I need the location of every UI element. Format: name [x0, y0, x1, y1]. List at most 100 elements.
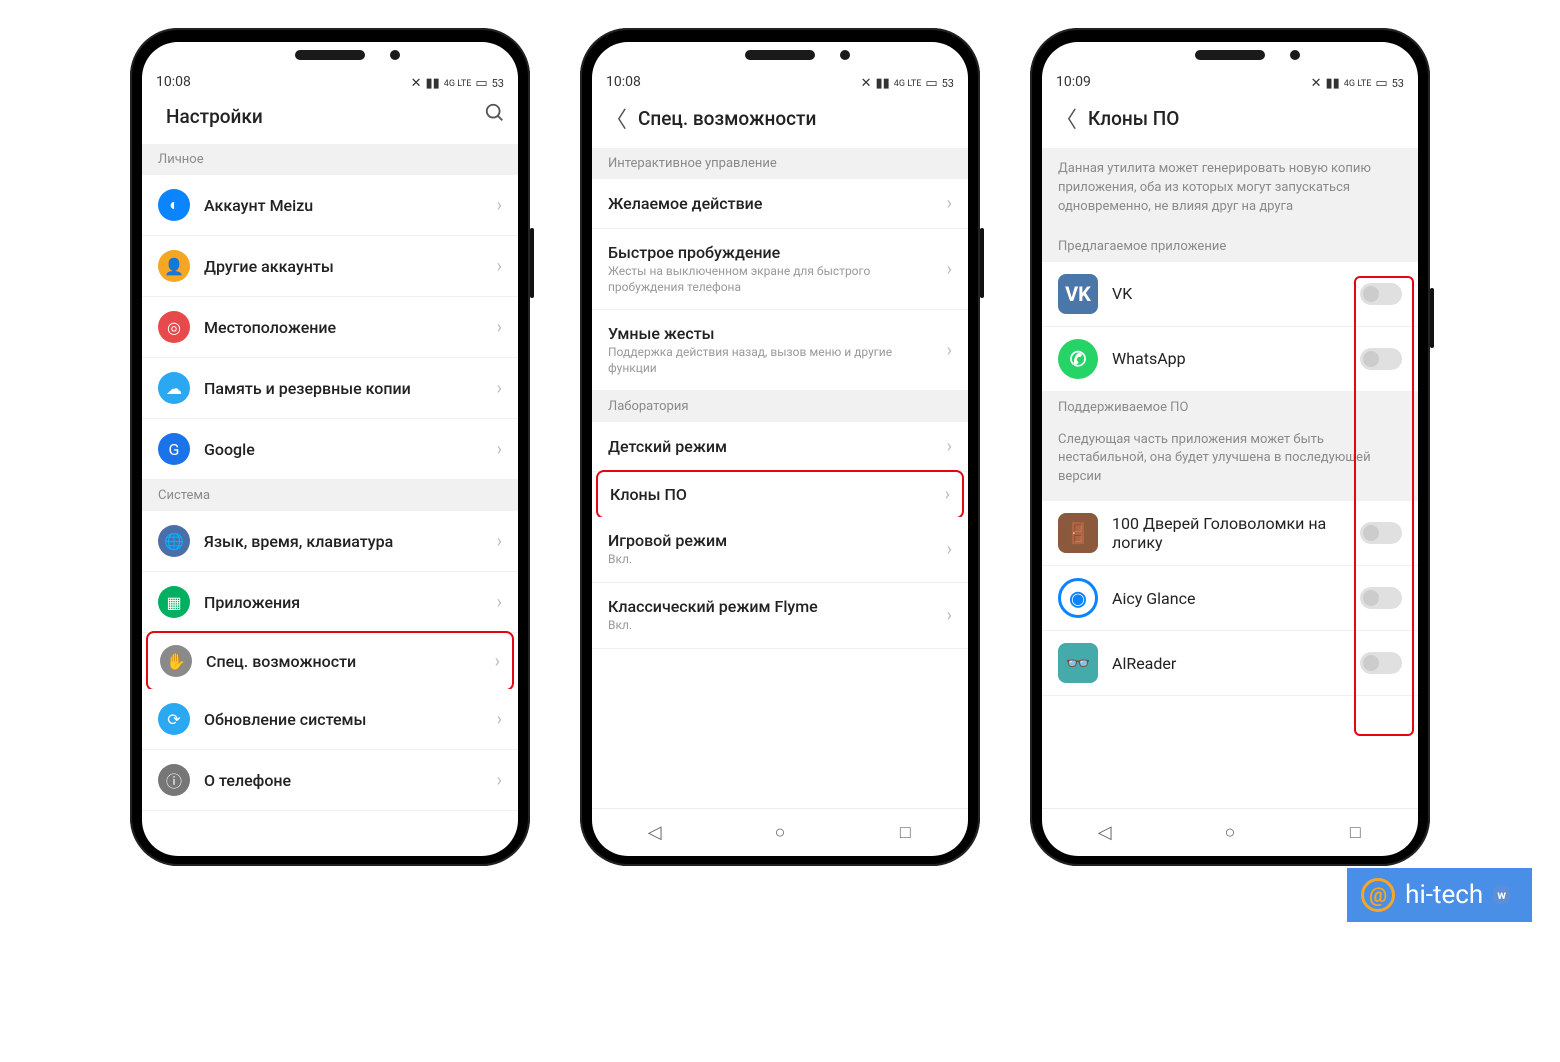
accessibility-interactive-row[interactable]: Умные жесты Поддержка действия назад, выз…: [592, 310, 968, 391]
nav-bar: ◁ ○ □: [1042, 808, 1418, 856]
row-label: Память и резервные копии: [204, 379, 483, 398]
settings-personal-row[interactable]: ☁ Память и резервные копии ›: [142, 358, 518, 419]
signal-icon: ▮▮: [1325, 77, 1339, 90]
row-icon: ◐: [158, 189, 190, 221]
toggle[interactable]: [1360, 283, 1402, 305]
phone-2: 10:08 ✕ ▮▮ 4G LTE ▭ 53 〈 Спец. возможнос…: [580, 28, 980, 866]
settings-system-row[interactable]: ✋ Спец. возможности ›: [146, 631, 514, 691]
row-icon: ✋: [160, 645, 192, 677]
status-bar: 10:08 ✕ ▮▮ 4G LTE ▭ 53: [142, 50, 518, 94]
settings-system-row[interactable]: 🌐Язык, время, клавиатура›: [142, 511, 518, 572]
chevron-right-icon: ›: [945, 484, 950, 505]
nav-recent-icon[interactable]: □: [895, 823, 915, 843]
search-icon[interactable]: [484, 102, 506, 130]
battery-icon: ▭: [1375, 77, 1387, 90]
row-label: Клоны ПО: [610, 485, 931, 504]
clone-supported-row[interactable]: 🚪100 Дверей Головоломки на логику: [1042, 501, 1418, 566]
clone-supported-row[interactable]: ◉Aicy Glance: [1042, 566, 1418, 631]
app-icon: ✆: [1058, 339, 1098, 379]
row-label: Язык, время, клавиатура: [204, 532, 483, 551]
app-icon: VK: [1058, 274, 1098, 314]
row-icon: ⓘ: [158, 764, 190, 796]
status-bar: 10:08 ✕ ▮▮ 4G LTE ▭ 53: [592, 50, 968, 94]
row-sub: Поддержка действия назад, вызов меню и д…: [608, 345, 933, 376]
desc-top: Данная утилита может генерировать новую …: [1042, 148, 1418, 231]
accessibility-lab-row[interactable]: Клоны ПО ›: [596, 470, 964, 519]
settings-system-row[interactable]: ▦Приложения›: [142, 572, 518, 633]
settings-personal-row[interactable]: 👤Другие аккаунты›: [142, 236, 518, 297]
desc-supported: Следующая часть приложения может быть не…: [1042, 423, 1418, 502]
header: 〈 Спец. возможности: [592, 94, 968, 148]
nav-back-icon[interactable]: ◁: [1095, 823, 1115, 843]
row-icon: ☁: [158, 372, 190, 404]
row-sub: Жесты на выключенном экране для быстрого…: [608, 264, 933, 295]
row-label: Быстрое пробуждение: [608, 243, 933, 262]
clone-suggested-row[interactable]: ✆WhatsApp: [1042, 327, 1418, 392]
clone-suggested-row[interactable]: VKVK: [1042, 262, 1418, 327]
settings-personal-row[interactable]: ◐Аккаунт Meizu›: [142, 175, 518, 236]
network-label: 4G LTE: [894, 79, 922, 89]
row-label: Приложения: [204, 593, 483, 612]
nav-recent-icon[interactable]: □: [1345, 823, 1365, 843]
chevron-right-icon: ›: [497, 317, 502, 338]
back-icon[interactable]: 〈: [1054, 102, 1078, 134]
nav-bar: ◁ ○ □: [592, 808, 968, 856]
chevron-right-icon: ›: [947, 259, 952, 280]
app-icon: 👓: [1058, 643, 1098, 683]
settings-system-row[interactable]: ⟳Обновление системы›: [142, 689, 518, 750]
app-icon: 🚪: [1058, 513, 1098, 553]
battery-icon: ▭: [475, 77, 487, 90]
back-icon[interactable]: 〈: [604, 102, 628, 134]
section-system: Система: [142, 480, 518, 511]
chevron-right-icon: ›: [497, 256, 502, 277]
accessibility-lab-row[interactable]: Игровой режимВкл.›: [592, 517, 968, 583]
section-lab: Лаборатория: [592, 391, 968, 422]
row-label: Местоположение: [204, 318, 483, 337]
chevron-right-icon: ›: [497, 378, 502, 399]
row-label: Детский режим: [608, 437, 933, 456]
header: 〈 Клоны ПО: [1042, 94, 1418, 148]
nav-home-icon[interactable]: ○: [770, 823, 790, 843]
app-label: AlReader: [1112, 654, 1346, 673]
section-supported: Поддерживаемое ПО: [1042, 392, 1418, 423]
mute-icon: ✕: [861, 77, 872, 90]
accessibility-interactive-row[interactable]: Быстрое пробуждение Жесты на выключенном …: [592, 229, 968, 310]
mute-icon: ✕: [1311, 77, 1322, 90]
row-icon: ▦: [158, 586, 190, 618]
status-bar: 10:09 ✕ ▮▮ 4G LTE ▭ 53: [1042, 50, 1418, 94]
signal-icon: ▮▮: [425, 77, 439, 90]
toggle[interactable]: [1360, 587, 1402, 609]
settings-personal-row[interactable]: GGoogle›: [142, 419, 518, 480]
row-label: Аккаунт Meizu: [204, 196, 483, 215]
toggle[interactable]: [1360, 522, 1402, 544]
chevron-right-icon: ›: [497, 770, 502, 791]
accessibility-interactive-row[interactable]: Желаемое действие›: [592, 179, 968, 229]
accessibility-lab-row[interactable]: Классический режим FlymeВкл.›: [592, 583, 968, 649]
page-title: Спец. возможности: [638, 107, 956, 130]
settings-personal-row[interactable]: ◎ Местоположение ›: [142, 297, 518, 358]
row-sub: Вкл.: [608, 552, 933, 568]
toggle[interactable]: [1360, 348, 1402, 370]
nav-back-icon[interactable]: ◁: [645, 823, 665, 843]
nav-home-icon[interactable]: ○: [1220, 823, 1240, 843]
chevron-right-icon: ›: [947, 605, 952, 626]
section-interactive: Интерактивное управление: [592, 148, 968, 179]
clone-supported-row[interactable]: 👓 AlReader: [1042, 631, 1418, 696]
accessibility-lab-row[interactable]: Детский режим ›: [592, 422, 968, 472]
row-label: Спец. возможности: [206, 652, 481, 671]
toggle[interactable]: [1360, 652, 1402, 674]
row-icon: G: [158, 433, 190, 465]
row-label: Умные жесты: [608, 324, 933, 343]
app-icon: ◉: [1058, 578, 1098, 618]
network-label: 4G LTE: [1344, 79, 1372, 89]
row-icon: ◎: [158, 311, 190, 343]
chevron-right-icon: ›: [497, 709, 502, 730]
settings-system-row[interactable]: ⓘО телефоне›: [142, 750, 518, 811]
power-button: [980, 228, 984, 298]
clock: 10:08: [156, 74, 191, 90]
chevron-right-icon: ›: [947, 436, 952, 457]
watermark-text: hi-tech: [1405, 880, 1483, 910]
battery-icon: ▭: [925, 77, 937, 90]
chevron-right-icon: ›: [495, 651, 500, 672]
chevron-right-icon: ›: [947, 340, 952, 361]
